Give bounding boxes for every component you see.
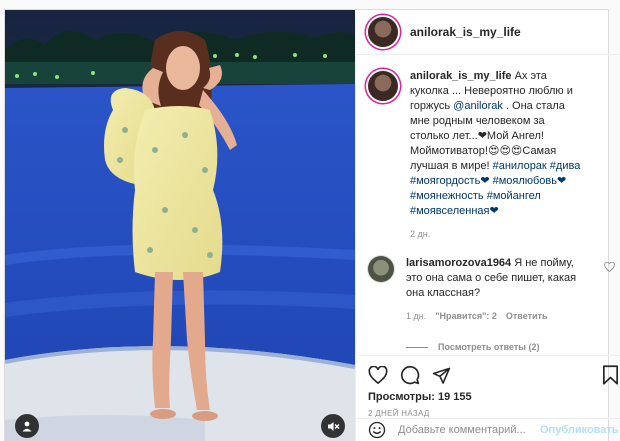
view-replies-label: Посмотреть ответы (2) — [438, 342, 540, 353]
emoji-button[interactable] — [368, 421, 386, 439]
post-actions: Просмотры: 19 155 2 ДНЕЙ НАЗАД — [356, 355, 620, 418]
share-button[interactable] — [432, 366, 451, 385]
comment-button[interactable] — [400, 365, 420, 385]
paper-plane-icon — [432, 367, 451, 384]
video-frame — [5, 10, 355, 441]
bookmark-icon — [602, 365, 618, 385]
comment-bubble-icon — [400, 366, 420, 385]
caption-body: anilorak_is_my_life Ах эта куколка ... Н… — [410, 69, 585, 242]
like-button[interactable] — [368, 366, 388, 385]
mute-button[interactable] — [321, 414, 345, 438]
comment-avatar[interactable] — [368, 256, 394, 283]
add-comment-bar: Опубликовать — [356, 418, 620, 441]
comments-section: anilorak_is_my_life Ах эта куколка ... Н… — [356, 55, 620, 355]
caption-avatar[interactable] — [368, 71, 398, 102]
profile-avatar[interactable] — [368, 17, 398, 48]
user-icon — [22, 421, 32, 432]
heart-icon — [368, 366, 388, 385]
post-header: anilorak_is_my_life — [356, 10, 620, 56]
comment-time: 1 дн. — [406, 311, 427, 322]
caption-mention[interactable]: @anilorak — [453, 100, 503, 112]
header-username[interactable]: anilorak_is_my_life — [410, 25, 521, 39]
smiley-icon — [368, 421, 386, 439]
publish-button[interactable]: Опубликовать — [540, 424, 619, 436]
comment-meta: 1 дн. "Нравится": 2 Ответить — [406, 309, 581, 324]
reply-button[interactable]: Ответить — [506, 309, 548, 324]
instagram-post: anilorak_is_my_life anilorak_is_my_life … — [4, 9, 620, 441]
comment-username[interactable]: larisamorozova1964 — [406, 257, 511, 269]
comment-body: larisamorozova1964 Я не пойму, это она с… — [406, 256, 581, 324]
tagged-users-button[interactable] — [15, 414, 39, 438]
views-count: Просмотры: 19 155 — [368, 391, 472, 404]
speaker-muted-icon — [327, 421, 339, 431]
caption-time: 2 дн. — [410, 229, 431, 240]
comment-likes[interactable]: "Нравится": 2 — [435, 309, 497, 324]
save-button[interactable] — [602, 365, 619, 385]
caption-username[interactable]: anilorak_is_my_life — [410, 70, 512, 82]
replies-dash — [406, 347, 428, 349]
caption: anilorak_is_my_life Ах эта куколка ... Н… — [368, 69, 619, 242]
post-side-panel: anilorak_is_my_life anilorak_is_my_life … — [355, 10, 620, 441]
post-video[interactable] — [5, 10, 355, 441]
action-icons — [368, 360, 619, 390]
view-replies-button[interactable]: Посмотреть ответы (2) — [406, 340, 619, 355]
comment-heart-icon[interactable] — [603, 262, 615, 273]
post-date: 2 ДНЕЙ НАЗАД — [368, 409, 430, 419]
comment-item: larisamorozova1964 Я не пойму, это она с… — [368, 256, 619, 324]
comment-input[interactable] — [398, 424, 540, 437]
